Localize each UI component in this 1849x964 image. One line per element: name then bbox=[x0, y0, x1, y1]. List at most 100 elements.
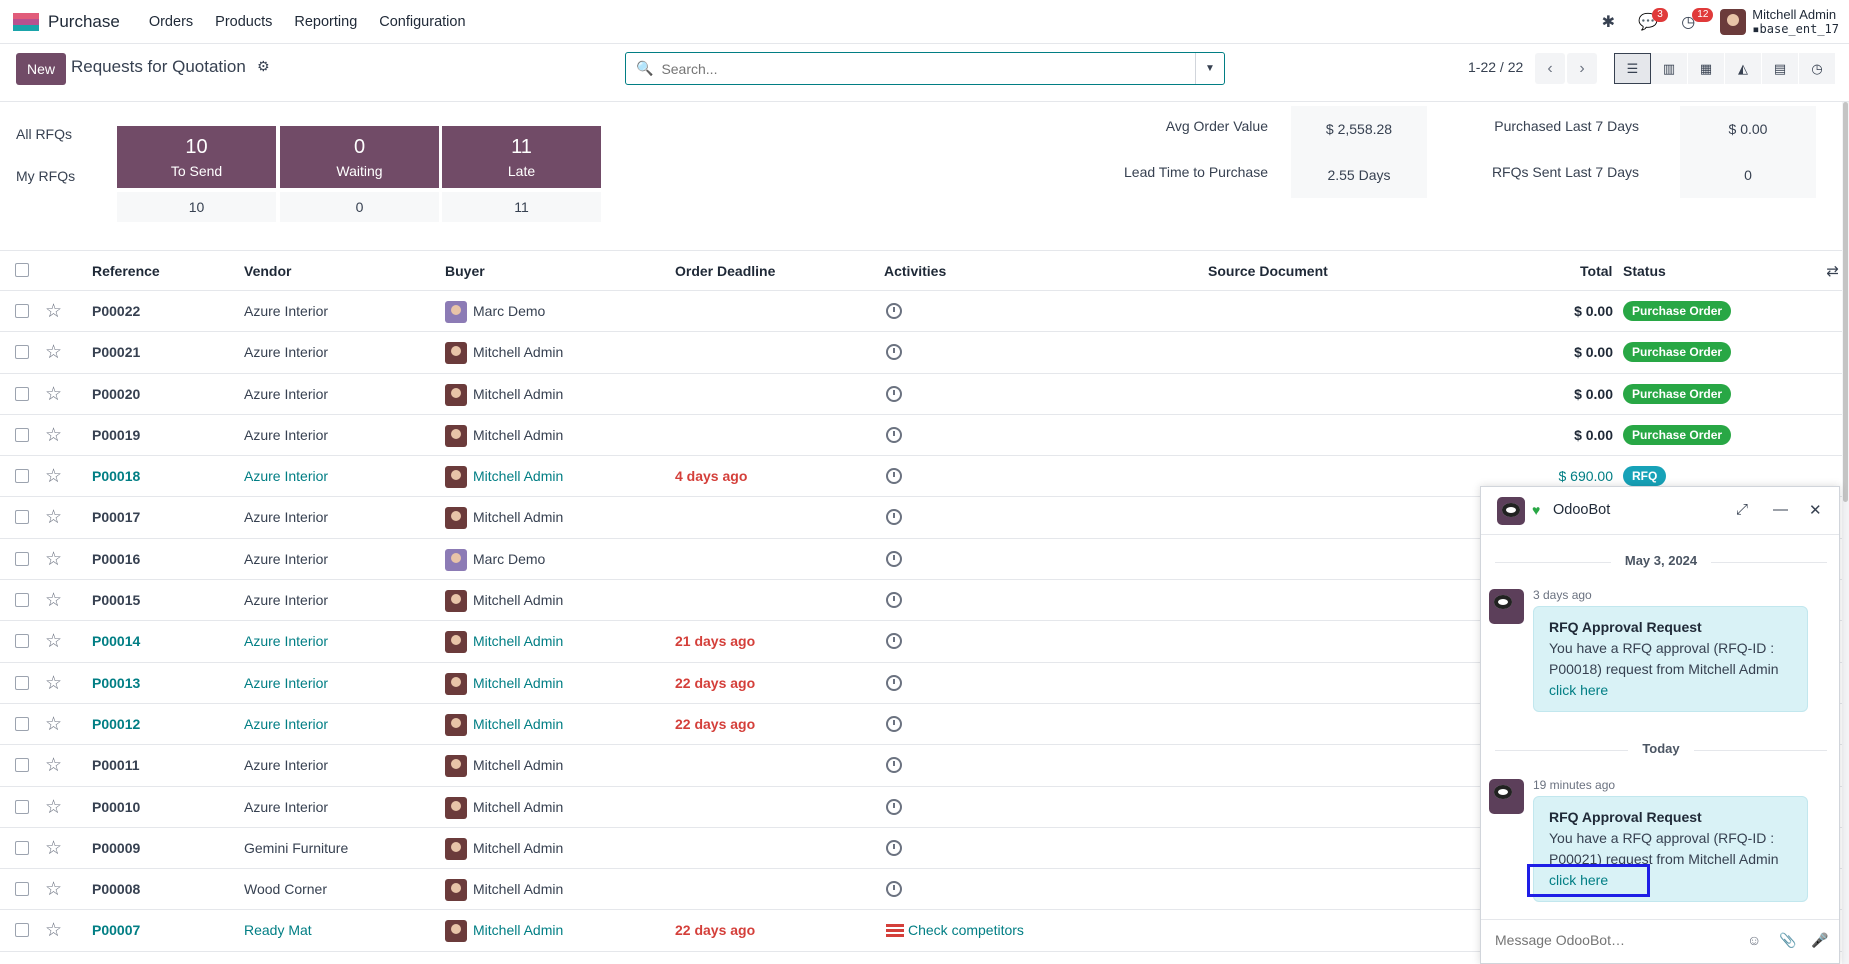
row-checkbox[interactable] bbox=[15, 345, 29, 360]
row-checkbox[interactable] bbox=[15, 716, 29, 731]
clock-icon[interactable] bbox=[886, 509, 902, 526]
pager-previous-button[interactable]: ‹ bbox=[1535, 53, 1565, 84]
clock-icon[interactable] bbox=[886, 881, 902, 898]
emoji-icon[interactable]: ☺ bbox=[1747, 932, 1761, 948]
star-icon[interactable]: ☆ bbox=[45, 630, 62, 653]
late-tile[interactable]: 11 Late bbox=[442, 126, 601, 188]
table-row[interactable]: ☆ P00019 Azure Interior Mitchell Admin $ 0.0… bbox=[0, 415, 1849, 457]
clock-icon[interactable] bbox=[886, 839, 902, 856]
col-buyer[interactable]: Buyer bbox=[445, 263, 485, 279]
row-checkbox[interactable] bbox=[15, 593, 29, 608]
clock-icon[interactable] bbox=[886, 798, 902, 815]
my-late[interactable]: 11 bbox=[442, 192, 601, 222]
col-activities[interactable]: Activities bbox=[884, 263, 946, 279]
my-waiting[interactable]: 0 bbox=[280, 192, 439, 222]
activity-cell[interactable]: Check competitors bbox=[886, 922, 1024, 938]
clock-icon[interactable] bbox=[886, 633, 902, 650]
calendar-view-button[interactable]: ▤ bbox=[1762, 53, 1799, 84]
to-send-tile[interactable]: 10 To Send bbox=[117, 126, 276, 188]
row-checkbox[interactable] bbox=[15, 551, 29, 566]
row-checkbox[interactable] bbox=[15, 675, 29, 690]
star-icon[interactable]: ☆ bbox=[45, 713, 62, 736]
table-row[interactable]: ☆ P00020 Azure Interior Mitchell Admin $ 0.0… bbox=[0, 374, 1849, 415]
row-checkbox[interactable] bbox=[15, 634, 29, 649]
scrollbar[interactable] bbox=[1842, 102, 1849, 964]
list-view-button[interactable]: ☰ bbox=[1614, 53, 1651, 84]
star-icon[interactable]: ☆ bbox=[45, 796, 62, 819]
menu-orders[interactable]: Orders bbox=[138, 14, 204, 30]
user-menu[interactable]: Mitchell Admin ▪base_ent_17 bbox=[1752, 7, 1839, 37]
clock-icon[interactable] bbox=[886, 426, 902, 443]
clock-icon[interactable] bbox=[886, 674, 902, 691]
row-checkbox[interactable] bbox=[15, 510, 29, 525]
pivot-view-button[interactable]: ▦ bbox=[1688, 53, 1725, 84]
row-checkbox[interactable] bbox=[15, 882, 29, 897]
purchase-app-icon[interactable] bbox=[13, 12, 39, 31]
row-checkbox[interactable] bbox=[15, 840, 29, 855]
clock-icon[interactable] bbox=[886, 385, 902, 402]
optional-columns-icon[interactable]: ⇄ bbox=[1826, 262, 1839, 280]
kanban-view-button[interactable]: ▥ bbox=[1651, 53, 1688, 84]
clock-icon[interactable] bbox=[886, 715, 902, 732]
star-icon[interactable]: ☆ bbox=[45, 424, 62, 447]
star-icon[interactable]: ☆ bbox=[45, 341, 62, 364]
row-checkbox[interactable] bbox=[15, 758, 29, 773]
clock-icon[interactable] bbox=[886, 468, 902, 485]
expand-icon[interactable]: ⤢ bbox=[1736, 501, 1748, 518]
select-all-checkbox[interactable] bbox=[15, 263, 29, 277]
pager-next-button[interactable]: › bbox=[1567, 53, 1597, 84]
table-row[interactable]: ☆ P00021 Azure Interior Mitchell Admin $ 0.0… bbox=[0, 332, 1849, 374]
col-status[interactable]: Status bbox=[1623, 263, 1666, 279]
col-total[interactable]: Total bbox=[1580, 263, 1612, 279]
star-icon[interactable]: ☆ bbox=[45, 300, 62, 323]
row-checkbox[interactable] bbox=[15, 469, 29, 484]
menu-configuration[interactable]: Configuration bbox=[368, 14, 476, 30]
new-button[interactable]: New bbox=[16, 53, 67, 85]
row-checkbox[interactable] bbox=[15, 799, 29, 814]
clock-icon[interactable] bbox=[886, 344, 902, 361]
star-icon[interactable]: ☆ bbox=[45, 589, 62, 612]
row-checkbox[interactable] bbox=[15, 386, 29, 401]
row-checkbox[interactable] bbox=[15, 304, 29, 318]
activities-icon[interactable]: ◷ 12 bbox=[1668, 0, 1714, 44]
graph-view-button[interactable]: ◭ bbox=[1725, 53, 1762, 84]
star-icon[interactable]: ☆ bbox=[45, 672, 62, 695]
row-checkbox[interactable] bbox=[15, 923, 29, 938]
pager-value[interactable]: 1-22 / 22 bbox=[1468, 59, 1523, 75]
chat-header[interactable]: ♥ OdooBot ⤢ — ✕ bbox=[1481, 487, 1839, 535]
star-icon[interactable]: ☆ bbox=[45, 548, 62, 571]
my-to-send[interactable]: 10 bbox=[117, 192, 276, 222]
clock-icon[interactable] bbox=[886, 592, 902, 609]
message-input[interactable] bbox=[1495, 932, 1725, 948]
col-reference[interactable]: Reference bbox=[92, 263, 160, 279]
clock-icon[interactable] bbox=[886, 550, 902, 567]
waiting-tile[interactable]: 0 Waiting bbox=[280, 126, 439, 188]
star-icon[interactable]: ☆ bbox=[45, 919, 62, 942]
star-icon[interactable]: ☆ bbox=[45, 878, 62, 901]
search-options-toggle[interactable]: ▼ bbox=[1195, 53, 1224, 84]
col-order-deadline[interactable]: Order Deadline bbox=[675, 263, 775, 279]
gear-icon[interactable]: ⚙ bbox=[257, 58, 270, 75]
star-icon[interactable]: ☆ bbox=[45, 754, 62, 777]
menu-reporting[interactable]: Reporting bbox=[283, 14, 368, 30]
star-icon[interactable]: ☆ bbox=[45, 506, 62, 529]
app-name[interactable]: Purchase bbox=[48, 12, 120, 32]
col-vendor[interactable]: Vendor bbox=[244, 263, 291, 279]
close-icon[interactable]: ✕ bbox=[1809, 501, 1822, 519]
attachment-icon[interactable]: 📎 bbox=[1779, 932, 1796, 949]
click-here-link[interactable]: click here bbox=[1549, 682, 1608, 698]
star-icon[interactable]: ☆ bbox=[45, 383, 62, 406]
messages-icon[interactable]: 💬 3 bbox=[1628, 0, 1668, 44]
star-icon[interactable]: ☆ bbox=[45, 465, 62, 488]
debug-icon[interactable]: ✱ bbox=[1588, 0, 1628, 44]
col-source-document[interactable]: Source Document bbox=[1208, 263, 1328, 279]
table-row[interactable]: ☆ P00022 Azure Interior Marc Demo $ 0.00 Purc… bbox=[0, 291, 1849, 333]
user-avatar[interactable] bbox=[1720, 9, 1747, 35]
minimize-icon[interactable]: — bbox=[1773, 501, 1788, 518]
microphone-icon[interactable]: 🎤 bbox=[1811, 932, 1828, 949]
search-bar[interactable]: 🔍 ▼ bbox=[625, 52, 1225, 85]
row-checkbox[interactable] bbox=[15, 427, 29, 442]
activity-view-button[interactable]: ◷ bbox=[1799, 53, 1836, 84]
clock-icon[interactable] bbox=[886, 303, 902, 319]
star-icon[interactable]: ☆ bbox=[45, 837, 62, 860]
